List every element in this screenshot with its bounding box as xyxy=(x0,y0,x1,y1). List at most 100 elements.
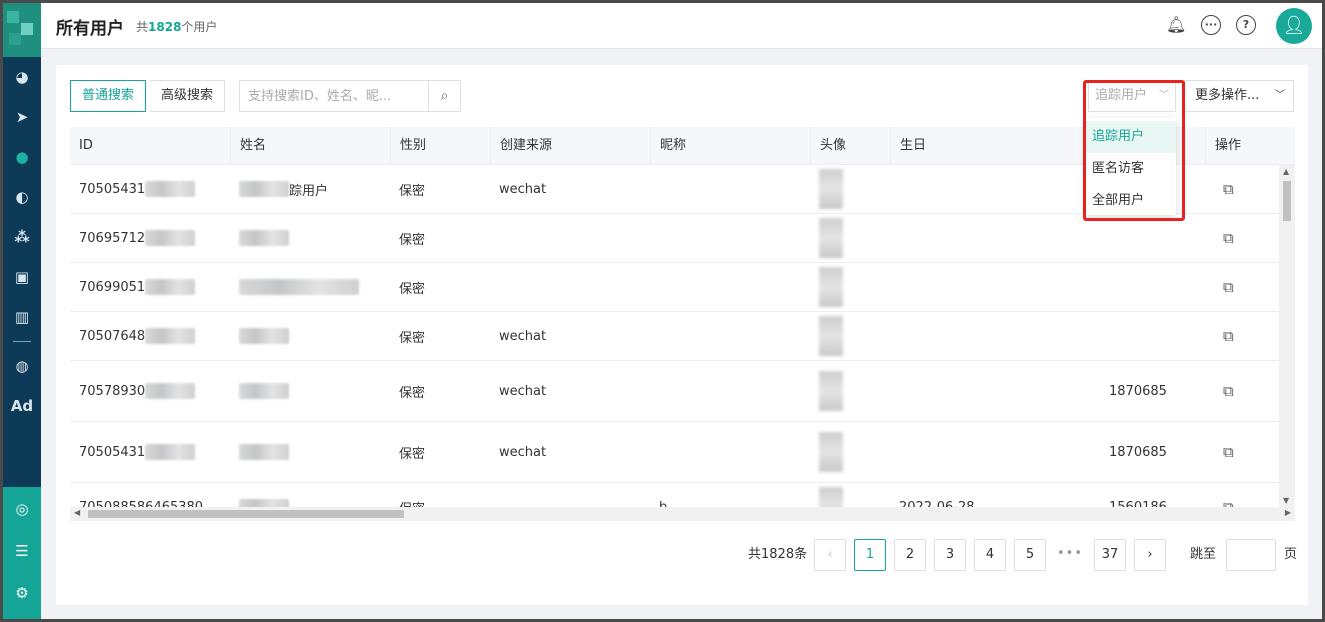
horizontal-scrollbar[interactable]: ◀ ▶ xyxy=(70,507,1295,521)
users-icon[interactable]: ◐ xyxy=(3,177,41,217)
cell-birthday xyxy=(890,165,1100,213)
redacted-text xyxy=(145,328,196,344)
cell-gender: 保密 xyxy=(399,183,426,199)
search-box: ⌕ xyxy=(239,80,461,112)
cell-name: 踪用户 xyxy=(230,165,390,213)
table-row[interactable]: 70505431 保密 wechat 1870685 ⧉ xyxy=(70,422,1295,483)
search-input[interactable] xyxy=(240,81,426,111)
logo xyxy=(3,3,41,57)
send-icon[interactable]: ➤ xyxy=(3,97,41,137)
page-label: 页 xyxy=(1284,547,1298,562)
cell-birthday xyxy=(890,361,1100,421)
cell-phone xyxy=(1100,263,1205,311)
table-row[interactable]: 705088586465380 保密 b 2022-06-28 1560186 ⧉ xyxy=(70,483,1295,507)
column-header: 头像 xyxy=(810,127,890,165)
cell-gender: 保密 xyxy=(399,232,426,248)
cell-birthday xyxy=(890,263,1100,311)
cell-name xyxy=(230,422,390,482)
bar-chart-icon[interactable]: ▥ xyxy=(3,297,41,337)
avatar-thumbnail xyxy=(819,432,843,472)
cell-source xyxy=(490,263,650,311)
redacted-text xyxy=(239,383,289,399)
wechat-icon[interactable]: ◍ xyxy=(3,346,41,386)
server-icon[interactable]: ☰ xyxy=(3,531,41,571)
page-1[interactable]: 1 xyxy=(854,539,886,571)
cell-avatar xyxy=(810,263,890,311)
edit-icon[interactable]: ⧉ xyxy=(1223,180,1234,198)
cell-nickname xyxy=(650,214,810,262)
redacted-text xyxy=(239,279,359,295)
cell-name xyxy=(230,214,390,262)
total-count: 共1828条 xyxy=(748,547,808,562)
prev-page-button[interactable]: ‹ xyxy=(814,539,846,571)
advanced-search-tab[interactable]: 高级搜索 xyxy=(150,80,226,112)
redacted-text xyxy=(239,444,289,460)
cell-phone xyxy=(1100,214,1205,262)
cell-action: ⧉ xyxy=(1205,165,1279,213)
table-row[interactable]: 70578930 保密 wechat 1870685 ⧉ xyxy=(70,361,1295,422)
normal-search-tab[interactable]: 普通搜索 xyxy=(70,80,147,112)
more-actions-button[interactable]: 更多操作... ﹀ xyxy=(1184,80,1294,112)
bookmark-icon[interactable]: ▣ xyxy=(3,257,41,297)
cell-action: ⧉ xyxy=(1205,422,1279,482)
app-window: ◕ ➤ ● ◐ ⁂ ▣ ▥ ◍ Ad ◎ ☰ ⚙ 所有用户 共1828个用户 🔔︎ ··· ? 👤︎… xyxy=(3,3,1322,619)
avatar[interactable]: 👤︎ xyxy=(1276,8,1312,44)
bell-icon[interactable]: 🔔︎ xyxy=(1166,15,1186,35)
cell-action: ⧉ xyxy=(1205,214,1279,262)
jump-page-input[interactable] xyxy=(1226,539,1276,571)
column-header: 姓名 xyxy=(230,127,390,165)
cell-action: ⧉ xyxy=(1205,361,1279,421)
dashboard-icon[interactable]: ◕ xyxy=(3,57,41,97)
page-5[interactable]: 5 xyxy=(1014,539,1046,571)
main-card: 普通搜索 高级搜索 ⌕ 追踪用户 ﹀ 更多操作... ﹀ ID姓名性别创建来源昵… xyxy=(56,65,1308,605)
cell-phone: 1870685 xyxy=(1109,383,1167,399)
user-count: 共1828个用户 xyxy=(136,20,218,34)
edit-icon[interactable]: ⧉ xyxy=(1223,498,1234,507)
cell-birthday: 2022-06-28 xyxy=(899,499,975,508)
search-icon: ⌕ xyxy=(440,88,449,104)
cell-phone: 1560186 xyxy=(1109,499,1167,508)
settings-icon[interactable]: ⚙ xyxy=(3,573,41,613)
avatar-thumbnail xyxy=(819,267,843,307)
user-icon[interactable]: ● xyxy=(3,137,41,177)
cell-nickname: b xyxy=(659,499,668,508)
avatar-thumbnail xyxy=(819,218,843,258)
cell-birthday xyxy=(890,422,1100,482)
avatar-thumbnail xyxy=(819,371,843,411)
network-icon[interactable]: ◎ xyxy=(3,489,41,529)
page-3[interactable]: 3 xyxy=(934,539,966,571)
search-button[interactable]: ⌕ xyxy=(428,81,460,111)
redacted-text xyxy=(145,383,196,399)
page-ellipsis[interactable]: ••• xyxy=(1054,539,1086,571)
group-icon[interactable]: ⁂ xyxy=(3,217,41,257)
cell-avatar xyxy=(810,483,890,507)
vertical-scrollbar[interactable]: ▲ ▼ xyxy=(1279,165,1295,507)
help-icon[interactable]: ? xyxy=(1236,15,1256,35)
cell-avatar xyxy=(810,165,890,213)
column-header: 昵称 xyxy=(650,127,810,165)
redacted-text xyxy=(145,230,196,246)
table-row[interactable]: 70695712 保密 ⧉ xyxy=(70,214,1295,263)
edit-icon[interactable]: ⧉ xyxy=(1223,382,1234,400)
avatar-thumbnail xyxy=(819,487,843,507)
page-4[interactable]: 4 xyxy=(974,539,1006,571)
edit-icon[interactable]: ⧉ xyxy=(1223,229,1234,247)
edit-icon[interactable]: ⧉ xyxy=(1223,278,1234,296)
edit-icon[interactable]: ⧉ xyxy=(1223,327,1234,345)
message-icon[interactable]: ··· xyxy=(1201,15,1221,35)
page-last[interactable]: 37 xyxy=(1094,539,1126,571)
cell-nickname xyxy=(650,422,810,482)
next-page-button[interactable]: › xyxy=(1134,539,1166,571)
redacted-text xyxy=(239,181,289,197)
cell-birthday xyxy=(890,214,1100,262)
ad-icon[interactable]: Ad xyxy=(3,386,41,426)
table-row[interactable]: 70507648 保密 wechat ⧉ xyxy=(70,312,1295,361)
table-row[interactable]: 70699051 保密 ⧉ xyxy=(70,263,1295,312)
cell-action: ⧉ xyxy=(1205,312,1279,360)
cell-id: 70578930 xyxy=(70,361,230,421)
edit-icon[interactable]: ⧉ xyxy=(1223,443,1234,461)
column-header: 生日 xyxy=(890,127,1100,165)
cell-id: 70505431 xyxy=(70,165,230,213)
page-2[interactable]: 2 xyxy=(894,539,926,571)
cell-id: 70695712 xyxy=(70,214,230,262)
